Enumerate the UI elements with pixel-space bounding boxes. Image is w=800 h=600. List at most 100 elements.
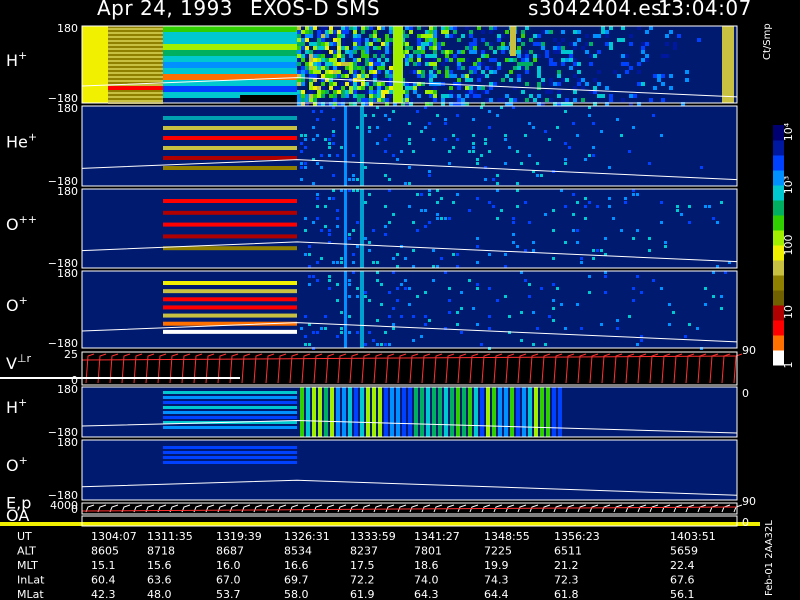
- spectrum-cell: [341, 82, 345, 86]
- spectrum-cell: [376, 343, 379, 346]
- spectrum-cell: [349, 50, 353, 54]
- spectrum-cell: [472, 307, 475, 310]
- spectrum-cell: [469, 42, 473, 46]
- spectrum-cell: [465, 46, 469, 50]
- spectrum-cell: [305, 98, 309, 102]
- spectrum-cell: [512, 241, 515, 244]
- spectrum-cell: [424, 126, 427, 129]
- spectrum-cell: [637, 26, 641, 30]
- colorbar-swatch: [773, 320, 784, 336]
- spectrum-stripe: [163, 305, 297, 310]
- spectrum-cell: [345, 90, 349, 94]
- spectrum-band: [360, 106, 364, 186]
- spectrum-cell: [404, 257, 407, 260]
- spectrum-cell: [676, 205, 679, 208]
- spectrum-cell: [581, 46, 585, 50]
- spectrum-cell: [305, 70, 309, 74]
- spectrum-band: [344, 271, 347, 348]
- spectrum-cell: [409, 26, 413, 30]
- spectrum-cell: [369, 86, 373, 90]
- colorbar-swatch: [773, 200, 784, 216]
- colorbar-swatch: [773, 140, 784, 156]
- spectrum-cell: [657, 78, 661, 82]
- spectrum-cell: [357, 58, 361, 62]
- spectrum-cell: [353, 82, 357, 86]
- spectrum-cell: [452, 134, 455, 137]
- y-tick-top: 180: [57, 185, 78, 198]
- spectrum-cell: [581, 98, 585, 102]
- spectrum-cell: [488, 327, 491, 330]
- spectrum-stripe: [163, 68, 297, 74]
- spectrum-cell: [356, 126, 359, 129]
- spectrum-cell: [521, 66, 525, 70]
- spectrum-cell: [697, 38, 701, 42]
- spectrum-cell: [297, 34, 301, 38]
- spectrum-cell: [341, 86, 345, 90]
- velocity-baseline: [0, 377, 240, 379]
- spectrum-cell: [320, 327, 323, 330]
- spectrum-cell: [636, 193, 639, 196]
- spectrum-cell: [537, 42, 541, 46]
- spectrum-band: [474, 387, 478, 437]
- spectrum-cell: [377, 66, 381, 70]
- spectrum-cell: [409, 70, 413, 74]
- spectrum-cell: [640, 291, 643, 294]
- spectrum-cell: [469, 70, 473, 74]
- spectrum-cell: [317, 70, 321, 74]
- spectrum-cell: [509, 78, 513, 82]
- spectrum-cell: [345, 74, 349, 78]
- spectrum-cell: [425, 54, 429, 58]
- spectrum-band: [344, 189, 347, 268]
- x-axis-value: 1356:23: [554, 530, 600, 543]
- spectrum-cell: [361, 98, 365, 102]
- spectrum-cell: [505, 74, 509, 78]
- spectrum-cell: [492, 205, 495, 208]
- spectrum-cell: [469, 74, 473, 78]
- spectrum-cell: [404, 279, 407, 282]
- spectrum-cell: [377, 94, 381, 98]
- spectrum-cell: [369, 66, 373, 70]
- spectrum-cell: [365, 82, 369, 86]
- spectrum-cell: [465, 58, 469, 62]
- spectrum-cell: [413, 62, 417, 66]
- spectrum-cell: [620, 229, 623, 232]
- spectrum-cell: [584, 217, 587, 220]
- spectrum-cell: [409, 98, 413, 102]
- spectrum-cell: [376, 319, 379, 322]
- spectrum-cell: [465, 74, 469, 78]
- spectrum-cell: [557, 74, 561, 78]
- spectrum-cell: [545, 98, 549, 102]
- spectrum-cell: [385, 58, 389, 62]
- spectrum-cell: [304, 162, 307, 165]
- spectrum-cell: [537, 34, 541, 38]
- spectrum-cell: [648, 249, 651, 252]
- spectrum-cell: [389, 30, 393, 34]
- spectrum-cell: [365, 26, 369, 30]
- spectrum-cell: [552, 307, 555, 310]
- spectrum-cell: [365, 38, 369, 42]
- spectrum-cell: [428, 221, 431, 224]
- spectrum-cell: [537, 94, 541, 98]
- spectrum-cell: [352, 253, 355, 256]
- spectrum-cell: [585, 50, 589, 54]
- spectrum-cell: [585, 42, 589, 46]
- spectrum-cell: [341, 46, 345, 50]
- spectrum-cell: [504, 295, 507, 298]
- spectrum-cell: [329, 86, 333, 90]
- spectrum-cell: [297, 70, 301, 74]
- spectrum-stripe: [163, 391, 297, 394]
- spectrum-cell: [345, 50, 349, 54]
- spectrum-cell: [317, 38, 321, 42]
- spectrum-cell: [520, 339, 523, 342]
- oa-bar: [0, 522, 760, 526]
- spectrum-cell: [672, 311, 675, 314]
- spectrum-cell: [421, 54, 425, 58]
- spectrum-cell: [444, 118, 447, 121]
- spectrum-cell: [300, 178, 303, 181]
- spectrum-band: [318, 387, 322, 437]
- spectrum-band: [462, 387, 466, 437]
- spectrum-cell: [457, 98, 461, 102]
- spectrum-cell: [352, 154, 355, 157]
- spectrum-cell: [476, 283, 479, 286]
- spectrum-cell: [301, 30, 305, 34]
